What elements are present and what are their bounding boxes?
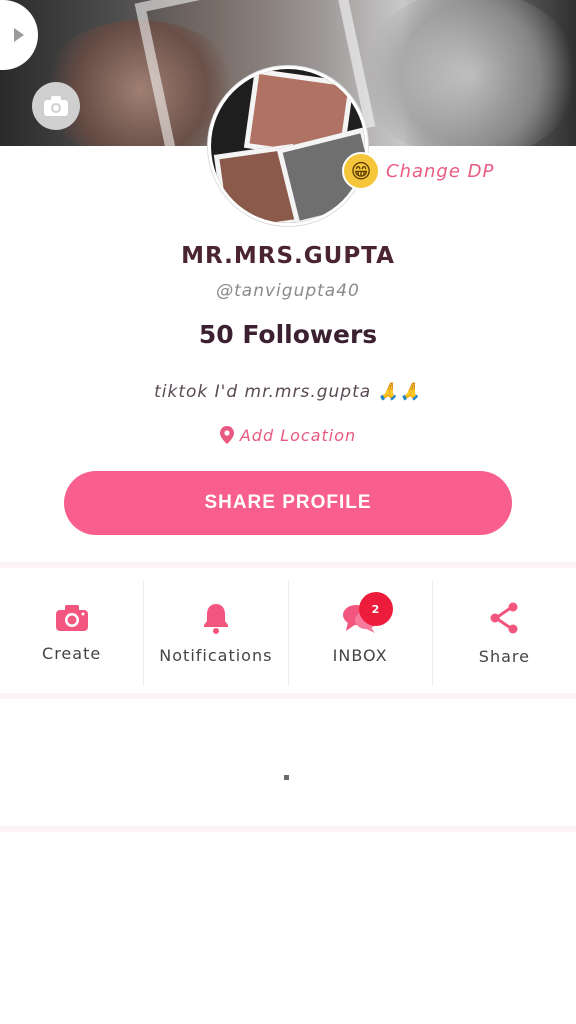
change-dp-label: Change DP [386, 160, 495, 182]
profile-handle: @tanvigupta40 [216, 281, 360, 301]
share-icon [490, 602, 518, 633]
share-action[interactable]: Share [431, 580, 576, 686]
notifications-action[interactable]: Notifications [143, 580, 287, 686]
profile-bio: tiktok I'd mr.mrs.gupta 🙏🙏 [154, 382, 422, 402]
profile-avatar[interactable] [208, 66, 368, 226]
divider [0, 826, 576, 832]
share-profile-button[interactable]: SHARE PROFILE [64, 471, 512, 535]
create-label: Create [42, 643, 102, 663]
change-cover-button[interactable] [32, 82, 80, 130]
grin-emoji-icon: 😁 [342, 152, 380, 190]
divider [0, 562, 576, 568]
change-dp-button[interactable]: 😁 Change DP [342, 152, 494, 190]
divider [0, 693, 576, 699]
followers-count[interactable]: 50 Followers [0, 320, 576, 349]
inbox-label: INBOX [332, 645, 388, 665]
loading-indicator [284, 775, 289, 780]
create-action[interactable]: Create [0, 580, 143, 686]
profile-name: MR.MRS.GUPTA [181, 243, 395, 269]
add-location-link[interactable]: Add Location [0, 426, 576, 445]
notifications-label: Notifications [159, 645, 273, 665]
action-bar: Create Notifications 2 INBOX Share [0, 580, 576, 686]
camera-icon [55, 604, 88, 631]
camera-icon [44, 96, 68, 116]
location-pin-icon [219, 426, 234, 444]
cover-photo-blur-right [360, 0, 576, 146]
inbox-badge: 2 [358, 592, 393, 626]
play-arrow-icon [14, 28, 24, 42]
add-location-label: Add Location [239, 426, 357, 445]
share-label: Share [478, 646, 530, 666]
inbox-action[interactable]: 2 INBOX [287, 580, 432, 686]
bell-icon [203, 603, 228, 634]
